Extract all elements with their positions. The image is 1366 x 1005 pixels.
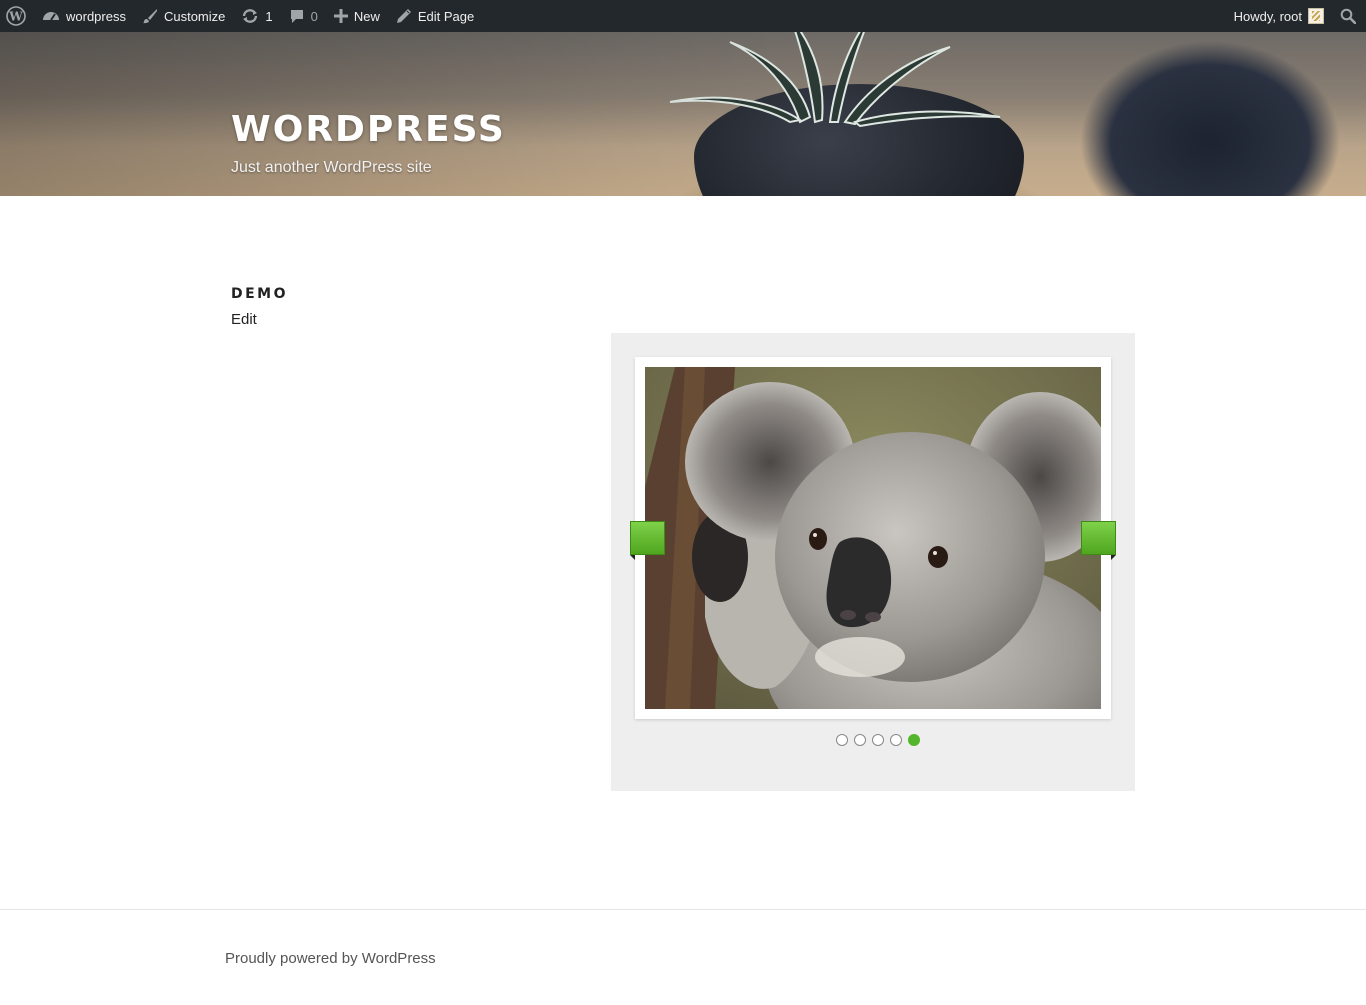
site-tagline: Just another WordPress site	[231, 159, 432, 176]
site-header: WORDPRESS Just another WordPress site	[0, 32, 1366, 196]
avatar	[1308, 8, 1324, 24]
slide-frame	[635, 357, 1111, 719]
updates-icon	[241, 8, 259, 24]
site-title[interactable]: WORDPRESS	[231, 112, 506, 148]
account-greeting: Howdy, root	[1233, 8, 1302, 24]
edit-page-label: Edit Page	[417, 8, 475, 24]
slider-next-arrow[interactable]	[1081, 521, 1116, 560]
wordpress-logo-icon: W	[6, 6, 26, 26]
admin-bar: W wordpress Customize 1 0 New Edit Page …	[0, 0, 1366, 32]
plus-icon	[333, 9, 348, 23]
edit-link[interactable]: Edit	[231, 311, 257, 328]
search-button[interactable]	[1332, 0, 1366, 32]
pencil-icon	[396, 8, 412, 24]
customize-label: Customize	[163, 8, 226, 24]
wordpress-logo-menu[interactable]: W	[0, 0, 34, 32]
slider-dot-5[interactable]	[908, 734, 920, 746]
edit-page-link[interactable]: Edit Page	[388, 0, 482, 32]
slider-dot-3[interactable]	[872, 734, 884, 746]
slider-prev-arrow[interactable]	[630, 521, 665, 560]
my-account-menu[interactable]: Howdy, root	[1226, 0, 1332, 32]
svg-text:W: W	[8, 10, 23, 24]
slider-pagination	[611, 734, 1135, 748]
header-shade	[0, 32, 1366, 196]
comments-count: 0	[310, 8, 318, 24]
footer-divider	[0, 909, 1366, 910]
page-title: DEMO	[231, 286, 289, 302]
slider-dot-2[interactable]	[854, 734, 866, 746]
admin-bar-secondary: Howdy, root	[1226, 0, 1366, 32]
comment-bubble-icon	[289, 8, 305, 24]
site-name-menu[interactable]: wordpress	[34, 0, 134, 32]
slide-image-koala	[645, 367, 1101, 709]
site-name-label: wordpress	[66, 8, 126, 24]
updates-link[interactable]: 1	[233, 0, 280, 32]
image-slider	[611, 333, 1135, 791]
footer-credit-link[interactable]: Proudly powered by WordPress	[225, 950, 436, 967]
customize-link[interactable]: Customize	[134, 0, 233, 32]
paintbrush-icon	[142, 8, 158, 24]
new-label: New	[353, 8, 380, 24]
slider-dot-1[interactable]	[836, 734, 848, 746]
updates-count: 1	[265, 8, 273, 24]
comments-link[interactable]: 0	[281, 0, 326, 32]
new-content-menu[interactable]: New	[326, 0, 388, 32]
dashboard-icon	[42, 8, 60, 24]
slider-dot-4[interactable]	[890, 734, 902, 746]
search-icon	[1340, 8, 1356, 24]
